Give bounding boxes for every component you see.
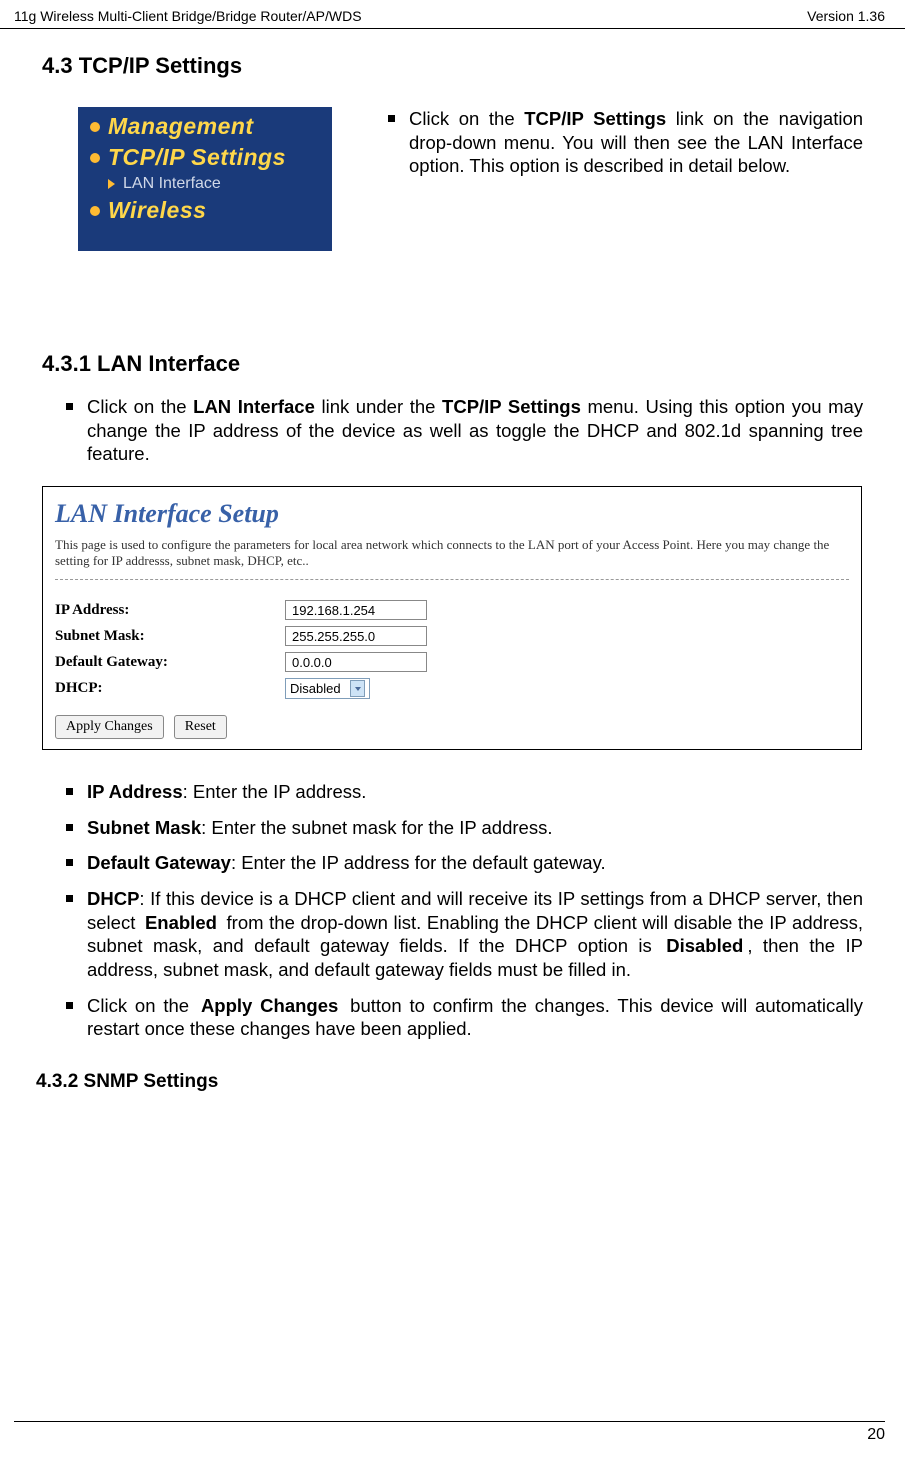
page-content: 4.3 TCP/IP Settings Management TCP/IP Se… (0, 29, 905, 1093)
section-4-3-1-intro: Click on the LAN Interface link under th… (66, 395, 863, 466)
description-text: Click on the TCP/IP Settings link on the… (409, 107, 863, 178)
nav-label: TCP/IP Settings (108, 144, 286, 171)
reset-button[interactable]: Reset (174, 715, 227, 739)
input-ip[interactable]: 192.168.1.254 (285, 600, 427, 620)
section-4-3-1-heading: 4.3.1 LAN Interface (42, 351, 863, 377)
section-4-3-description: Click on the TCP/IP Settings link on the… (388, 107, 863, 178)
nav-item-wireless: Wireless (82, 195, 328, 226)
square-bullet-icon (388, 115, 395, 122)
input-mask[interactable]: 255.255.255.0 (285, 626, 427, 646)
input-gateway[interactable]: 0.0.0.0 (285, 652, 427, 672)
nav-label: LAN Interface (123, 175, 221, 193)
nav-item-management: Management (82, 111, 328, 142)
section-4-3-body: Management TCP/IP Settings LAN Interface… (42, 107, 863, 251)
divider (55, 579, 849, 580)
section-4-3-heading: 4.3 TCP/IP Settings (42, 53, 863, 79)
row-gateway: Default Gateway: 0.0.0.0 (55, 652, 427, 672)
select-dhcp[interactable]: Disabled (285, 678, 370, 699)
square-bullet-icon (66, 788, 73, 795)
square-bullet-icon (66, 824, 73, 831)
square-bullet-icon (66, 403, 73, 410)
intro-text: Click on the LAN Interface link under th… (87, 395, 863, 466)
apply-changes-button[interactable]: Apply Changes (55, 715, 164, 739)
lan-form: IP Address: 192.168.1.254 Subnet Mask: 2… (55, 594, 427, 705)
select-value: Disabled (290, 681, 341, 696)
lan-interface-setup-screenshot: LAN Interface Setup This page is used to… (42, 486, 862, 750)
bullet-icon (90, 153, 100, 163)
intro-bullet: Click on the LAN Interface link under th… (66, 395, 863, 466)
nav-item-tcpip: TCP/IP Settings (82, 142, 328, 173)
field-descriptions: IP Address: Enter the IP address. Subnet… (66, 780, 863, 1041)
label-gateway: Default Gateway: (55, 652, 285, 672)
label-mask: Subnet Mask: (55, 626, 285, 646)
row-ip: IP Address: 192.168.1.254 (55, 600, 427, 620)
nav-menu-screenshot: Management TCP/IP Settings LAN Interface… (78, 107, 332, 251)
desc-apply: Click on the Apply Changes button to con… (66, 994, 863, 1041)
label-ip: IP Address: (55, 600, 285, 620)
nav-item-lan-interface: LAN Interface (82, 173, 328, 195)
nav-label: Wireless (108, 197, 206, 224)
nav-label: Management (108, 113, 254, 140)
bullet-icon (90, 122, 100, 132)
square-bullet-icon (66, 1002, 73, 1009)
square-bullet-icon (66, 859, 73, 866)
page-number: 20 (867, 1426, 885, 1443)
row-mask: Subnet Mask: 255.255.255.0 (55, 626, 427, 646)
desc-ip: IP Address: Enter the IP address. (66, 780, 863, 804)
header-left: 11g Wireless Multi-Client Bridge/Bridge … (14, 8, 362, 24)
lan-panel-description: This page is used to configure the param… (55, 537, 849, 569)
bullet-icon (90, 206, 100, 216)
page-header: 11g Wireless Multi-Client Bridge/Bridge … (0, 0, 905, 29)
chevron-down-icon (350, 680, 365, 697)
button-row: Apply Changes Reset (55, 715, 849, 739)
desc-mask: Subnet Mask: Enter the subnet mask for t… (66, 816, 863, 840)
section-4-3-2-heading: 4.3.2 SNMP Settings (36, 1071, 863, 1093)
header-right: Version 1.36 (807, 8, 885, 24)
page-footer: 20 (14, 1421, 885, 1444)
lan-panel-title: LAN Interface Setup (55, 499, 849, 529)
square-bullet-icon (66, 895, 73, 902)
desc-dhcp: DHCP: If this device is a DHCP client an… (66, 887, 863, 982)
desc-gateway: Default Gateway: Enter the IP address fo… (66, 851, 863, 875)
arrow-icon (108, 179, 115, 189)
row-dhcp: DHCP: Disabled (55, 678, 427, 699)
label-dhcp: DHCP: (55, 678, 285, 699)
